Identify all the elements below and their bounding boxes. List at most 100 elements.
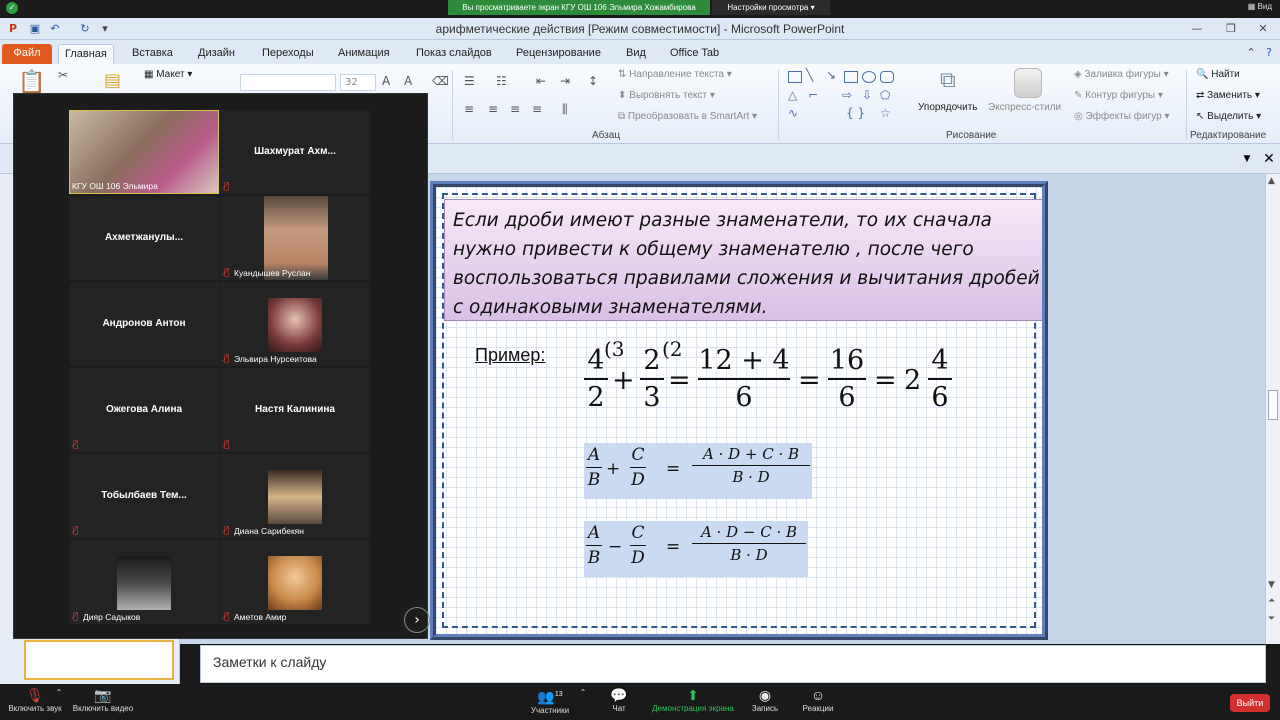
scroll-down-icon[interactable]: ▼ [1268, 580, 1275, 590]
vertical-scrollbar[interactable]: ▲ ▼ ⏶ ⏷ [1265, 174, 1280, 644]
start-video-button[interactable]: 📷 Включить видео [70, 686, 136, 713]
slide[interactable]: Если дроби имеют разные знаменатели, то … [430, 181, 1048, 640]
chat-button[interactable]: 💬 Чат [604, 686, 634, 713]
decrease-indent-icon[interactable]: ⇤ [536, 74, 546, 88]
line-shape-icon[interactable]: ╲ [806, 68, 813, 82]
triangle-shape-icon[interactable]: △ [788, 88, 797, 102]
view-button[interactable]: ▦ Вид [1248, 2, 1272, 11]
columns-icon[interactable]: ⫼ [562, 102, 568, 117]
oval-shape-icon[interactable] [862, 71, 876, 83]
brace-shape-icon[interactable]: { } [846, 106, 865, 120]
shape-fill-button[interactable]: ◈ Заливка фигуры ▾ [1074, 69, 1169, 80]
addition-formula[interactable]: A B + C D = A · D + C · B B · D [584, 443, 812, 499]
shield-icon[interactable]: ✓ [6, 2, 18, 14]
arrange-button[interactable]: Упорядочить [918, 102, 978, 113]
next-slide-icon[interactable]: ⏷ [1268, 614, 1275, 624]
close-pane-icon[interactable]: ✕ [1262, 152, 1276, 166]
align-text-button[interactable]: ⬍ Выровнять текст ▾ [618, 90, 715, 101]
bullets-icon[interactable]: ☰ [464, 74, 475, 88]
arrange-icon[interactable]: ⧉ [940, 68, 956, 93]
clear-format-icon[interactable]: ⌫ [432, 74, 449, 88]
audio-options-icon[interactable]: ⌃ [54, 688, 64, 697]
participant-tile[interactable]: 🎙̸ Эльвира Нурсеитова [220, 282, 370, 366]
justify-icon[interactable]: ≡ [532, 102, 542, 116]
participants-options-icon[interactable]: ⌃ [578, 688, 588, 697]
tab-review[interactable]: Рецензирование [510, 44, 607, 64]
find-button[interactable]: 🔍 Найти [1196, 69, 1240, 80]
reactions-button[interactable]: ☺ Реакции [800, 686, 836, 713]
pane-menu-icon[interactable]: ▼ [1240, 152, 1254, 166]
share-screen-button[interactable]: ⬆ Демонстрация экрана [648, 686, 738, 713]
line-spacing-icon[interactable]: ↕ [588, 74, 598, 88]
participant-gallery[interactable]: КГУ ОШ 106 Эльмира Шахмурат Ахм... 🎙̸ Ах… [13, 93, 430, 639]
rounded-rect-shape-icon[interactable] [880, 71, 894, 83]
tab-slideshow[interactable]: Показ слайдов [410, 44, 498, 64]
participant-tile[interactable]: Ахметжанулы... [69, 196, 219, 280]
align-left-icon[interactable]: ≡ [464, 102, 474, 116]
shape-effects-button[interactable]: ◎ Эффекты фигур ▾ [1074, 111, 1169, 122]
curve-shape-icon[interactable]: ∿ [788, 106, 798, 120]
participant-tile[interactable]: Андронов Антон [69, 282, 219, 366]
participant-tile[interactable]: 🎙̸ Аметов Амир [220, 540, 370, 624]
participant-tile[interactable]: Тобылбаев Тем... 🎙̸ [69, 454, 219, 538]
rule-box[interactable]: Если дроби имеют разные знаменатели, то … [444, 199, 1042, 321]
increase-indent-icon[interactable]: ⇥ [560, 74, 570, 88]
font-size-field[interactable]: 32 [340, 74, 376, 91]
right-arrow-shape-icon[interactable]: ⇨ [842, 88, 852, 102]
participant-tile[interactable]: Настя Калинина 🎙̸ [220, 368, 370, 452]
tab-office-tab[interactable]: Office Tab [664, 44, 725, 64]
star-shape-icon[interactable]: ☆ [880, 106, 891, 120]
view-options-button[interactable]: Настройки просмотра ▾ [712, 0, 830, 15]
grow-font-icon[interactable]: A [382, 74, 390, 88]
participant-tile[interactable]: КГУ ОШ 106 Эльмира [69, 110, 219, 194]
tab-insert[interactable]: Вставка [126, 44, 179, 64]
cut-icon[interactable]: ✂ [58, 68, 68, 82]
shape-outline-button[interactable]: ✎ Контур фигуры ▾ [1074, 90, 1163, 101]
tab-view[interactable]: Вид [620, 44, 652, 64]
participant-tile[interactable]: 🎙̸ Диана Сарибекян [220, 454, 370, 538]
leave-button[interactable]: Выйти [1230, 694, 1270, 712]
font-name-field[interactable] [240, 74, 336, 91]
scrollbar-thumb[interactable] [1268, 390, 1278, 420]
numbering-icon[interactable]: ☷ [496, 74, 507, 88]
tab-design[interactable]: Дизайн [192, 44, 241, 64]
minimize-icon[interactable]: — [1186, 21, 1208, 37]
close-window-icon[interactable]: ✕ [1252, 21, 1274, 37]
collapse-ribbon-icon[interactable]: ⌃ [1244, 46, 1258, 60]
tab-transitions[interactable]: Переходы [256, 44, 320, 64]
shrink-font-icon[interactable]: A [404, 74, 412, 88]
arrow-shape-icon[interactable]: ↘ [826, 68, 836, 82]
participant-tile[interactable]: Ожегова Алина 🎙̸ [69, 368, 219, 452]
quick-styles-icon[interactable] [1014, 68, 1042, 98]
tab-animation[interactable]: Анимация [332, 44, 396, 64]
rectangle-shape-icon[interactable] [844, 71, 858, 83]
connector-shape-icon[interactable]: ⌐ [808, 88, 818, 102]
smartart-button[interactable]: ⧉ Преобразовать в SmartArt ▾ [618, 111, 757, 122]
select-button[interactable]: ↖ Выделить ▾ [1196, 111, 1261, 122]
align-center-icon[interactable]: ≡ [488, 102, 498, 116]
record-button[interactable]: ◉ Запись [748, 686, 782, 713]
replace-button[interactable]: ⇄ Заменить ▾ [1196, 90, 1260, 101]
quick-styles-button[interactable]: Экспресс-стили [988, 102, 1061, 113]
prev-slide-icon[interactable]: ⏶ [1268, 596, 1275, 606]
participant-tile[interactable]: 🎙̸ Куандышев Руслан [220, 196, 370, 280]
participant-tile[interactable]: 🎙̸ Дияр Садыков [69, 540, 219, 624]
participants-button[interactable]: 👥13 Участники [526, 686, 574, 715]
slide-thumbnail[interactable] [24, 640, 174, 680]
scroll-up-icon[interactable]: ▲ [1268, 176, 1275, 186]
tab-file[interactable]: Файл [2, 44, 52, 64]
tab-home[interactable]: Главная [58, 44, 114, 64]
down-arrow-shape-icon[interactable]: ⇩ [862, 88, 872, 102]
textbox-shape-icon[interactable] [788, 71, 802, 83]
new-slide-icon[interactable]: ▤ [104, 70, 121, 91]
flowchart-shape-icon[interactable]: ⬠ [880, 88, 890, 102]
participant-tile[interactable]: Шахмурат Ахм... 🎙̸ [220, 110, 370, 194]
notes-pane[interactable]: Заметки к слайду [200, 645, 1266, 683]
paste-icon[interactable]: 📋 [18, 70, 45, 95]
layout-button[interactable]: ▦ Макет ▾ [144, 69, 192, 80]
maximize-icon[interactable]: ❐ [1220, 21, 1242, 37]
subtraction-formula[interactable]: A B − C D = A · D − C · B B · D [584, 521, 808, 577]
align-right-icon[interactable]: ≡ [510, 102, 520, 116]
next-page-button[interactable]: › [404, 607, 430, 633]
text-direction-button[interactable]: ⇅ Направление текста ▾ [618, 69, 732, 80]
